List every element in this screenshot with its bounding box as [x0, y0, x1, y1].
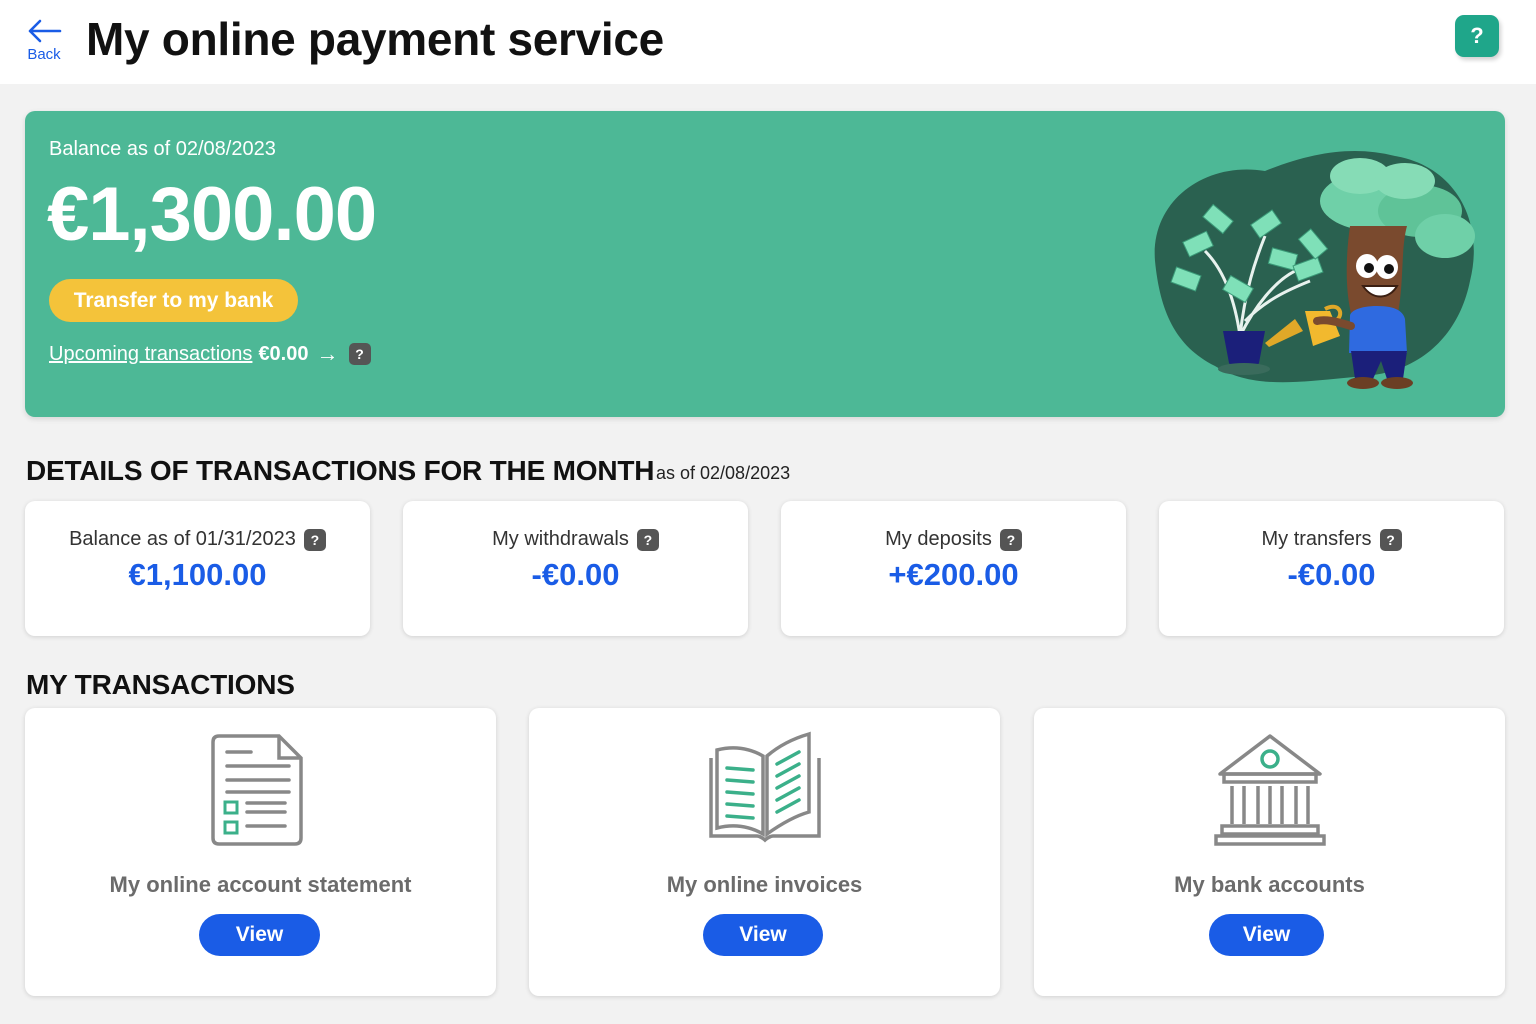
upcoming-help-icon[interactable]: ? [348, 343, 371, 365]
stat-value: €1,100.00 [128, 557, 267, 592]
stat-card-deposits: My deposits ? +€200.00 [781, 501, 1126, 636]
help-icon[interactable]: ? [636, 528, 659, 551]
balance-date: Balance as of 02/08/2023 [49, 138, 276, 160]
balance-amount: €1,300.00 [47, 172, 377, 257]
help-icon[interactable]: ? [999, 528, 1022, 551]
view-online-invoices-button[interactable]: View [703, 914, 823, 956]
stat-value: +€200.00 [888, 557, 1019, 592]
upcoming-transactions-link[interactable]: Upcoming transactions [49, 343, 252, 366]
tx-card-bank-accounts: My bank accounts View [1034, 708, 1505, 996]
open-book-icon [708, 731, 821, 843]
tx-card-account-statement: My online account statement View [25, 708, 496, 996]
stat-card-transfers: My transfers ? -€0.00 [1159, 501, 1504, 636]
document-checklist-icon [210, 734, 303, 846]
view-account-statement-button[interactable]: View [199, 914, 320, 956]
stat-label-text: My withdrawals [492, 528, 629, 550]
tx-label: My online invoices [666, 872, 863, 897]
tx-label: My online account statement [109, 872, 412, 897]
money-tree-mascot-illustration [1154, 151, 1475, 389]
stat-card-withdrawals: My withdrawals ? -€0.00 [403, 501, 748, 636]
transactions-section-title: MY TRANSACTIONS [26, 669, 295, 700]
arrow-right-icon[interactable]: → [317, 341, 339, 367]
transfer-to-bank-button[interactable]: Transfer to my bank [49, 279, 298, 322]
arrow-left-icon [28, 19, 62, 43]
balance-hero-card: Balance as of 02/08/2023 €1,300.00 Trans… [25, 111, 1505, 417]
tx-card-online-invoices: My online invoices View [529, 708, 1000, 996]
stat-label: My withdrawals ? [403, 528, 748, 551]
stat-label: My deposits ? [781, 528, 1126, 551]
back-label: Back [27, 46, 61, 63]
upcoming-transactions: Upcoming transactions €0.00 → ? [49, 341, 371, 367]
stat-label-text: Balance as of 01/31/2023 [69, 528, 296, 550]
view-bank-accounts-button[interactable]: View [1209, 914, 1324, 956]
details-as-of-date: as of 02/08/2023 [656, 463, 791, 483]
tx-label: My bank accounts [1174, 872, 1365, 897]
stat-label: Balance as of 01/31/2023 ? [25, 528, 370, 551]
top-header: Back My online payment service ? [0, 0, 1536, 84]
stat-card-previous-balance: Balance as of 01/31/2023 ? €1,100.00 [25, 501, 370, 636]
upcoming-amount: €0.00 [258, 342, 309, 365]
stat-value: -€0.00 [531, 557, 620, 592]
back-button[interactable]: Back [22, 18, 66, 66]
help-icon[interactable]: ? [303, 528, 326, 551]
bank-building-icon [1213, 734, 1326, 846]
help-icon[interactable]: ? [1379, 528, 1402, 551]
help-button[interactable]: ? [1455, 15, 1499, 57]
stat-label: My transfers ? [1159, 528, 1504, 551]
stat-label-text: My deposits [885, 528, 992, 550]
page-title: My online payment service [86, 13, 664, 65]
details-section-title: DETAILS OF TRANSACTIONS FOR THE MONTH [26, 455, 655, 486]
stat-label-text: My transfers [1261, 528, 1372, 550]
stat-value: -€0.00 [1287, 557, 1376, 592]
